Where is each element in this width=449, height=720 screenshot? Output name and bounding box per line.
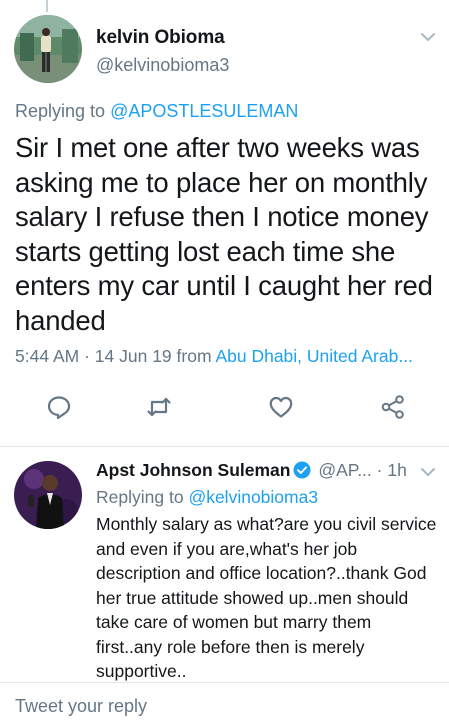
meta-separator: · bbox=[84, 346, 90, 366]
tweet-text: Monthly salary as what?are you civil ser… bbox=[96, 514, 437, 681]
verified-badge-icon bbox=[293, 461, 311, 479]
chevron-down-icon[interactable] bbox=[418, 29, 438, 45]
author-handle[interactable]: @kelvinobioma3 bbox=[96, 55, 229, 76]
reply-composer[interactable]: Tweet your reply bbox=[0, 683, 449, 720]
reply-input[interactable]: Tweet your reply bbox=[15, 696, 147, 717]
location-link[interactable]: Abu Dhabi, United Arab... bbox=[215, 346, 412, 366]
tweet-time: 5:44 AM bbox=[15, 346, 80, 366]
replying-prefix: Replying to bbox=[96, 487, 184, 507]
tweet-date: 14 Jun 19 bbox=[94, 346, 172, 366]
author-name[interactable]: Apst Johnson Suleman bbox=[96, 460, 290, 480]
chevron-down-icon[interactable] bbox=[418, 464, 438, 480]
author-handle[interactable]: @AP... bbox=[318, 460, 371, 480]
share-icon[interactable] bbox=[379, 393, 407, 421]
avatar[interactable] bbox=[14, 15, 82, 83]
meta-separator: · bbox=[376, 460, 383, 480]
main-tweet: kelvin Obioma @kelvinobioma3 Replying to… bbox=[0, 0, 449, 446]
reply-icon[interactable] bbox=[45, 393, 73, 421]
tweet-meta: 5:44 AM · 14 Jun 19 from Abu Dhabi, Unit… bbox=[15, 346, 440, 367]
replying-prefix: Replying to bbox=[15, 101, 106, 121]
tweet-time[interactable]: 1h bbox=[387, 460, 406, 480]
avatar[interactable] bbox=[14, 461, 82, 529]
replying-to: Replying to @kelvinobioma3 bbox=[96, 487, 318, 508]
reply-tweet[interactable]: Apst Johnson Suleman @AP... · 1h Replyin… bbox=[0, 447, 449, 683]
mention-link[interactable]: @APOSTLESULEMAN bbox=[110, 101, 298, 121]
retweet-icon[interactable] bbox=[145, 393, 173, 421]
heart-icon[interactable] bbox=[267, 393, 295, 421]
tweet-actions bbox=[0, 393, 449, 433]
mention-link[interactable]: @kelvinobioma3 bbox=[188, 487, 318, 507]
tweet-text: Sir I met one after two weeks was asking… bbox=[15, 132, 433, 336]
author-name[interactable]: kelvin Obioma bbox=[96, 27, 225, 49]
from-label: from bbox=[176, 346, 212, 366]
replying-to: Replying to @APOSTLESULEMAN bbox=[15, 101, 298, 122]
reply-header: Apst Johnson Suleman @AP... · 1h bbox=[96, 460, 441, 481]
